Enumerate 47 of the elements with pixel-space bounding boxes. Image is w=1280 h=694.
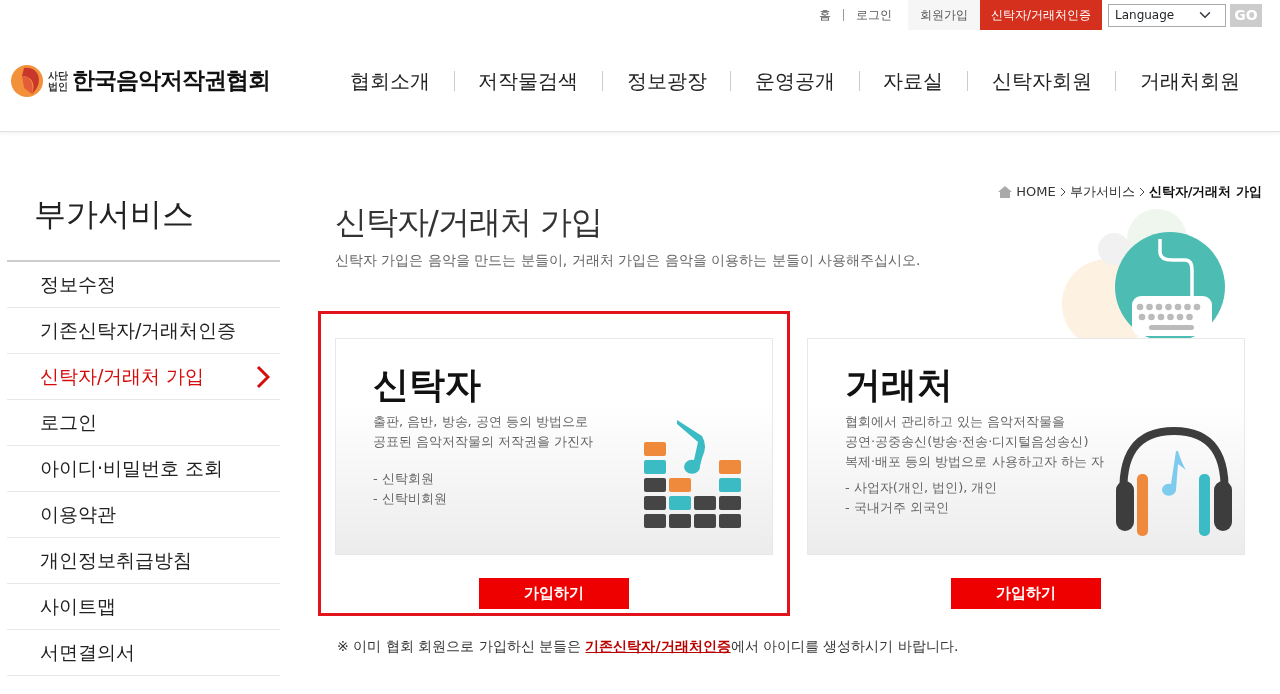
page-title: 신탁자/거래처 가입 xyxy=(335,201,603,243)
card-title: 거래처 xyxy=(845,364,954,405)
breadcrumb-item[interactable]: 부가서비스 xyxy=(1069,182,1135,202)
card-title: 신탁자 xyxy=(373,364,482,405)
card-description: 협회에서 관리하고 있는 음악저작물을 공연·공중송신(방송·전송·디지털음성송신) 복제·배포 등의 방법으로 사용하고자 하는 자 xyxy=(845,413,1104,472)
logo-icon[interactable] xyxy=(10,63,44,98)
nav-item[interactable]: 운영공개 xyxy=(754,65,835,96)
sidebar-item[interactable]: 서면결의서 xyxy=(7,630,280,676)
sidebar-title: 부가서비스 xyxy=(7,132,280,262)
logo-text: 법인 xyxy=(48,80,68,92)
breadcrumb-item: 신탁자/거래처 가입 xyxy=(1148,183,1262,201)
notice-link[interactable]: 기존신탁자/거래처인증 xyxy=(585,637,731,654)
sidebar-item[interactable]: 신탁자/거래처 가입 xyxy=(7,354,280,400)
nav-item[interactable]: 거래처회원 xyxy=(1139,65,1240,96)
join-button[interactable]: 가입하기 xyxy=(479,577,629,609)
top-link[interactable]: 회원가입 xyxy=(907,0,980,30)
sidebar-item[interactable]: 이용약관 xyxy=(7,492,280,538)
home-icon xyxy=(998,185,1013,198)
top-link[interactable]: 홈 xyxy=(812,6,837,24)
logo-text[interactable]: 한국음악저작권협회 xyxy=(72,63,270,98)
top-link[interactable]: 로그인 xyxy=(842,9,898,21)
sidebar-item[interactable]: 아이디·비밀번호 조회 xyxy=(7,446,280,492)
nav-item[interactable]: 자료실 xyxy=(883,65,944,96)
nav-item[interactable]: 협회소개 xyxy=(350,65,430,96)
sidebar-item[interactable]: 개인정보취급방침 xyxy=(7,538,280,584)
top-link[interactable]: 신탁자/거래처인증 xyxy=(979,0,1102,30)
card-description: 출판, 음반, 방송, 공연 등의 방법으로 공표된 음악저작물의 저작권을 가진자 xyxy=(373,413,594,452)
chevron-right-icon xyxy=(1059,186,1066,197)
breadcrumb-item[interactable]: HOME xyxy=(1016,182,1056,202)
language-select[interactable]: Language xyxy=(1108,3,1226,27)
sidebar-item[interactable]: 사이트맵 xyxy=(7,584,280,630)
nav-item[interactable]: 정보광장 xyxy=(626,65,707,96)
card-list-item: - 신탁회원 xyxy=(373,470,435,489)
logo-text: 사단 xyxy=(48,69,68,81)
sidebar-item[interactable]: 로그인 xyxy=(7,400,280,446)
join-button[interactable]: 가입하기 xyxy=(951,577,1101,609)
card-list-item: - 신탁비회원 xyxy=(373,490,448,509)
chevron-right-icon xyxy=(1138,186,1145,197)
page-subtitle: 신탁자 가입은 음악을 만드는 분들이, 거래처 가입은 음악을 이용하는 분들이 사용해주십시오. xyxy=(335,250,922,270)
nav-item[interactable]: 저작물검색 xyxy=(478,65,579,96)
notice-text: ※ 이미 협회 회원으로 가입하신 분들은 기존신탁자/거래처인증에서 아이디를 생성하시기 바랍니다. xyxy=(337,636,960,656)
sidebar-item[interactable]: 정보수정 xyxy=(7,262,280,308)
chevron-right-icon xyxy=(256,364,270,389)
card-list-item: - 국내거주 외국인 xyxy=(845,499,950,518)
sidebar-item[interactable]: 기존신탁자/거래처인증 xyxy=(7,308,280,354)
card-list-item: - 사업자(개인, 법인), 개인 xyxy=(845,479,999,498)
nav-item[interactable]: 신탁자회원 xyxy=(991,65,1092,96)
